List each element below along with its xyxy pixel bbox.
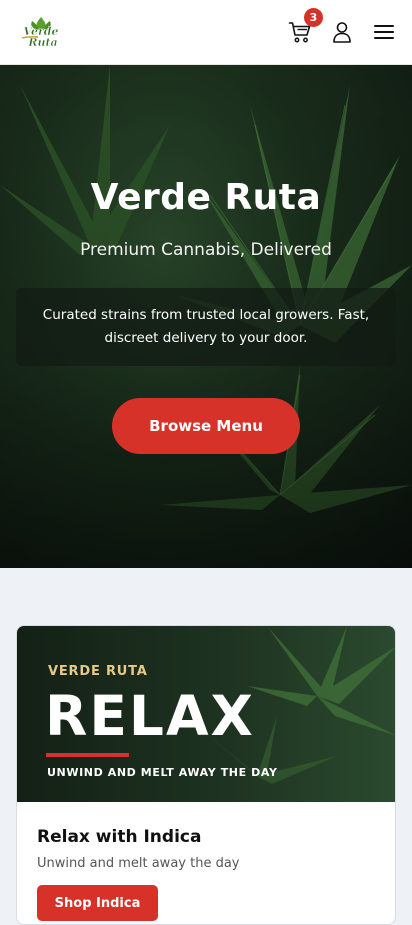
user-icon [333,22,351,43]
promo-subtitle: Unwind and melt away the day [37,856,240,871]
header-actions: 3 [288,8,396,44]
promo-card-indica: VERDE RUTA RELAX UNWIND AND MELT AWAY TH… [16,625,396,925]
banner-divider [46,753,129,757]
hero-description-box: Curated strains from trusted local growe… [16,288,396,366]
promo-banner[interactable]: VERDE RUTA RELAX UNWIND AND MELT AWAY TH… [17,626,395,802]
logo-text-line2: Ruta [27,36,57,49]
banner-tagline: UNWIND AND MELT AWAY THE DAY [47,766,278,779]
banner-headline: RELAX [45,684,255,748]
promo-body: Relax with Indica Unwind and melt away t… [17,827,395,921]
menu-button[interactable] [372,20,396,44]
top-header: Verde Ruta 3 [0,0,412,65]
brand-logo[interactable]: Verde Ruta [16,15,66,49]
hero-subtitle: Premium Cannabis, Delivered [80,240,332,260]
shop-indica-button[interactable]: Shop Indica [37,885,158,921]
promo-title: Relax with Indica [37,827,202,847]
cart-count-badge: 3 [304,8,323,27]
account-button[interactable] [330,20,354,44]
hero-description: Curated strains from trusted local growe… [42,307,370,346]
cart-button[interactable]: 3 [288,8,323,44]
banner-kicker: VERDE RUTA [48,664,148,679]
hero-section: Verde Ruta Premium Cannabis, Delivered C… [0,65,412,568]
menu-icon [374,25,394,39]
hero-title: Verde Ruta [90,177,322,218]
browse-menu-button[interactable]: Browse Menu [112,398,300,454]
